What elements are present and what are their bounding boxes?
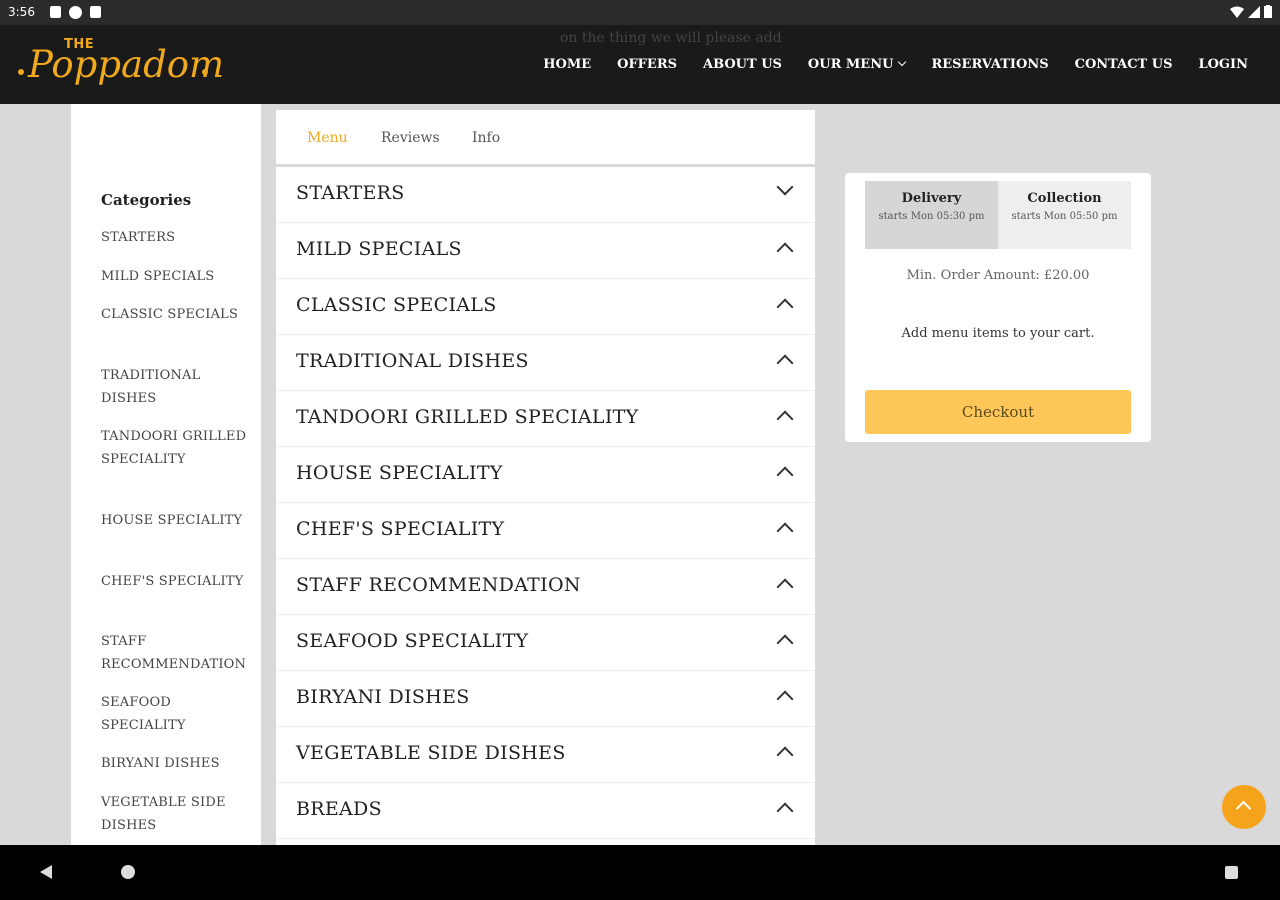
background-text: on the thing we will please add <box>560 30 782 46</box>
menu-section-label: CLASSIC SPECIALS <box>296 294 497 316</box>
collection-start-time: starts Mon 05:50 pm <box>1011 211 1118 222</box>
cart-panel: Delivery starts Mon 05:30 pm Collection … <box>845 173 1151 442</box>
collection-title: Collection <box>1027 191 1102 206</box>
menu-section-chefs-speciality[interactable]: CHEF'S SPECIALITY <box>276 503 815 559</box>
sd-card-icon <box>90 6 101 18</box>
menu-section-biryani-dishes[interactable]: BIRYANI DISHES <box>276 671 815 727</box>
menu-section-staff-recommendation[interactable]: STAFF RECOMMENDATION <box>276 559 815 615</box>
category-link-vegetable-side-dishes[interactable]: VEGETABLE SIDE DISHES <box>101 791 241 837</box>
menu-section-starters[interactable]: STARTERS <box>276 167 815 223</box>
chevron-up-icon <box>1235 800 1252 817</box>
category-link-biryani-dishes[interactable]: BIRYANI DISHES <box>101 752 251 775</box>
menu-section-vegetable-side-dishes[interactable]: VEGETABLE SIDE DISHES <box>276 727 815 783</box>
menu-section-classic-specials[interactable]: CLASSIC SPECIALS <box>276 279 815 335</box>
category-link-traditional-dishes[interactable]: TRADITIONAL DISHES <box>101 364 211 410</box>
tab-info[interactable]: Info <box>472 130 500 146</box>
battery-icon <box>1264 5 1272 18</box>
category-link-seafood-speciality[interactable]: SEAFOOD SPECIALITY <box>101 691 211 737</box>
chevron-down-icon <box>776 178 794 196</box>
menu-section-traditional-dishes[interactable]: TRADITIONAL DISHES <box>276 335 815 391</box>
recent-apps-icon[interactable] <box>1225 866 1238 879</box>
chevron-up-icon <box>776 746 794 764</box>
notification-icon <box>50 6 61 18</box>
chevron-up-icon <box>776 634 794 652</box>
checkout-button[interactable]: Checkout <box>865 390 1131 434</box>
back-icon[interactable] <box>40 865 52 879</box>
menu-section-label: MILD SPECIALS <box>296 238 462 260</box>
chevron-up-icon <box>776 354 794 372</box>
categories-sidebar: Categories STARTERS MILD SPECIALS CLASSI… <box>71 104 261 845</box>
category-link-chefs-speciality[interactable]: CHEF'S SPECIALITY <box>101 570 251 593</box>
chevron-up-icon <box>776 522 794 540</box>
category-link-mild-specials[interactable]: MILD SPECIALS <box>101 265 251 288</box>
menu-section-label: CHEF'S SPECIALITY <box>296 518 505 540</box>
chevron-up-icon <box>776 690 794 708</box>
menu-section-label: BIRYANI DISHES <box>296 686 470 708</box>
tab-reviews[interactable]: Reviews <box>381 130 440 146</box>
site-header: on the thing we will please add THE Popp… <box>0 25 1280 104</box>
menu-section-mild-specials[interactable]: MILD SPECIALS <box>276 223 815 279</box>
menu-section-label: STAFF RECOMMENDATION <box>296 574 581 596</box>
chevron-up-icon <box>776 298 794 316</box>
menu-section-label: BREADS <box>296 798 382 820</box>
tab-menu[interactable]: Menu <box>307 130 348 146</box>
category-link-staff-recommendation[interactable]: STAFF RECOMMENDATION <box>101 630 246 676</box>
logo-name-text: Poppadom <box>28 43 225 86</box>
home-icon[interactable] <box>121 865 135 879</box>
delivery-option[interactable]: Delivery starts Mon 05:30 pm <box>865 181 998 249</box>
nav-about-us[interactable]: ABOUT US <box>703 57 782 72</box>
min-order-amount: Min. Order Amount: £20.00 <box>906 268 1090 283</box>
system-icons <box>1230 5 1272 18</box>
delivery-start-time: starts Mon 05:30 pm <box>878 211 985 222</box>
logo-dot-icon <box>202 69 208 75</box>
menu-section-label: SEAFOOD SPECIALITY <box>296 630 529 652</box>
delivery-title: Delivery <box>901 191 962 206</box>
nav-home[interactable]: HOME <box>543 57 591 72</box>
nav-reservations[interactable]: RESERVATIONS <box>931 57 1048 72</box>
signal-icon <box>1248 5 1260 18</box>
wifi-icon <box>1230 6 1244 18</box>
menu-section-breads[interactable]: BREADS <box>276 783 815 839</box>
categories-title: Categories <box>101 191 192 209</box>
nav-contact-us[interactable]: CONTACT US <box>1075 57 1173 72</box>
logo-dot-icon <box>18 69 24 75</box>
menu-sections-list: STARTERS MILD SPECIALS CLASSIC SPECIALS … <box>276 167 815 845</box>
nav-offers[interactable]: OFFERS <box>617 57 677 72</box>
menu-section-seafood-speciality[interactable]: SEAFOOD SPECIALITY <box>276 615 815 671</box>
system-nav-bar <box>0 845 1280 900</box>
status-bar: 3:56 <box>0 0 1280 25</box>
menu-section-label: TANDOORI GRILLED SPECIALITY <box>296 406 639 428</box>
order-type-toggle: Delivery starts Mon 05:30 pm Collection … <box>865 181 1131 249</box>
chevron-down-icon <box>898 57 907 67</box>
menu-section-label: STARTERS <box>296 182 405 204</box>
menu-section-label: TRADITIONAL DISHES <box>296 350 529 372</box>
nav-our-menu-label: OUR MENU <box>807 57 894 72</box>
notification-icons <box>50 6 101 19</box>
scroll-to-top-button[interactable] <box>1222 785 1266 829</box>
chevron-up-icon <box>776 802 794 820</box>
menu-section-tandoori-grilled-speciality[interactable]: TANDOORI GRILLED SPECIALITY <box>276 391 815 447</box>
nav-login[interactable]: LOGIN <box>1198 57 1248 72</box>
menu-tabs: Menu Reviews Info <box>276 110 815 164</box>
cart-empty-message: Add menu items to your cart. <box>901 326 1095 341</box>
status-time: 3:56 <box>8 5 35 19</box>
nav-our-menu[interactable]: OUR MENU <box>807 57 907 72</box>
collection-option[interactable]: Collection starts Mon 05:50 pm <box>998 181 1131 249</box>
chevron-up-icon <box>776 466 794 484</box>
category-link-starters[interactable]: STARTERS <box>101 226 251 249</box>
chevron-up-icon <box>776 242 794 260</box>
app-icon <box>69 6 82 19</box>
poppadom-logo[interactable]: THE Poppadom <box>16 37 224 97</box>
chevron-up-icon <box>776 578 794 596</box>
menu-section-label: HOUSE SPECIALITY <box>296 462 503 484</box>
menu-section-house-speciality[interactable]: HOUSE SPECIALITY <box>276 447 815 503</box>
category-link-tandoori-grilled-speciality[interactable]: TANDOORI GRILLED SPECIALITY <box>101 425 251 471</box>
category-link-house-speciality[interactable]: HOUSE SPECIALITY <box>101 509 251 532</box>
category-link-classic-specials[interactable]: CLASSIC SPECIALS <box>101 303 251 326</box>
main-nav: HOME OFFERS ABOUT US OUR MENU RESERVATIO… <box>543 57 1248 72</box>
menu-section-label: VEGETABLE SIDE DISHES <box>296 742 566 764</box>
chevron-up-icon <box>776 410 794 428</box>
